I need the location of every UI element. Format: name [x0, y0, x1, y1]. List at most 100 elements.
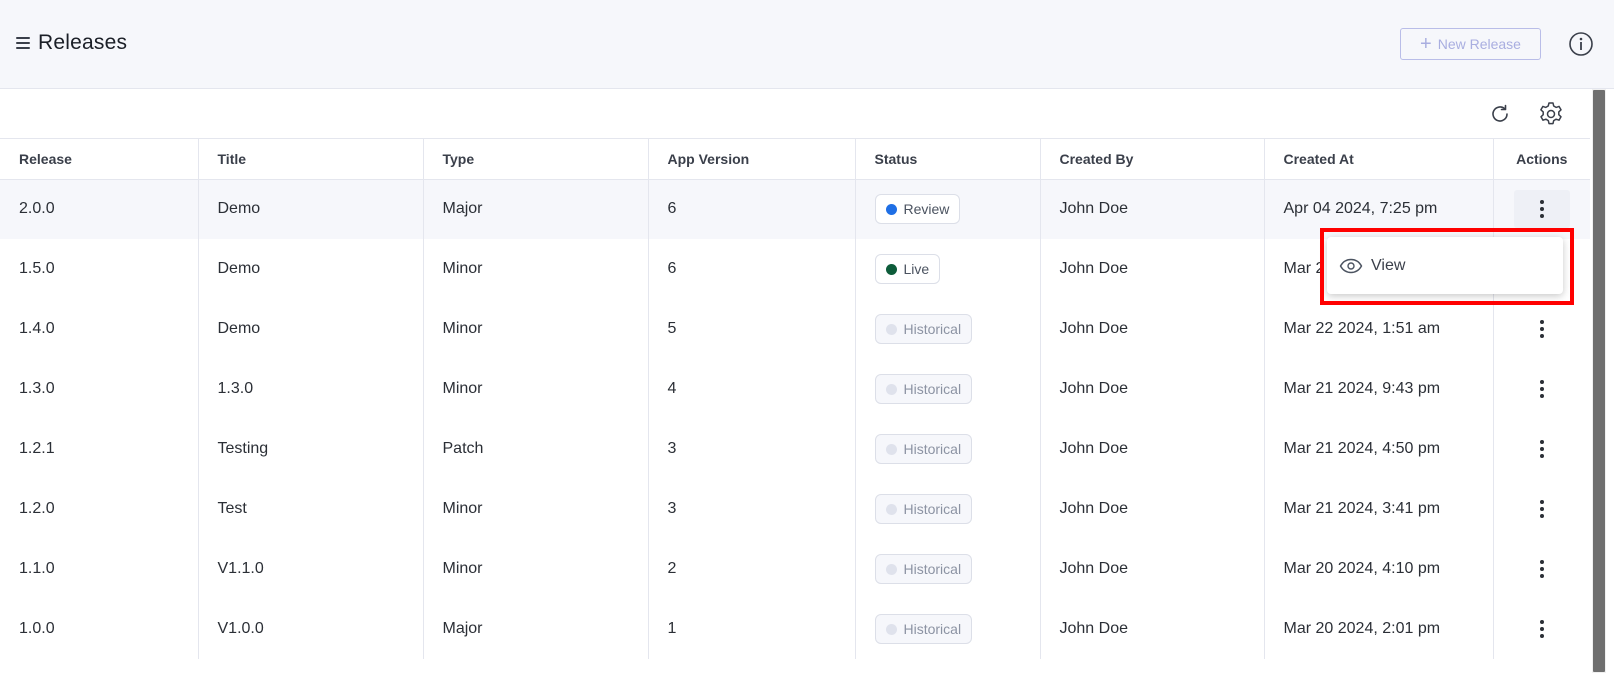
- cell-release: 1.3.0: [19, 380, 55, 397]
- row-actions-button[interactable]: [1514, 610, 1570, 648]
- table-row[interactable]: 1.2.0 Test Minor 3 Historical John Doe M…: [0, 479, 1590, 539]
- refresh-icon[interactable]: [1488, 102, 1512, 126]
- cell-release: 1.0.0: [19, 620, 55, 637]
- cell-title: Demo: [197, 239, 423, 299]
- cell-type: Major: [422, 179, 648, 239]
- cell-created-by: John Doe: [1039, 179, 1264, 239]
- column-header-type[interactable]: Type: [422, 139, 648, 180]
- status-dot-icon: [885, 323, 897, 335]
- status-badge: Historical: [874, 374, 973, 404]
- status-badge: Historical: [874, 494, 973, 524]
- cell-created-by: John Doe: [1039, 239, 1264, 299]
- cell-created-at: Mar 22 2024, 1:51 am: [1263, 299, 1493, 359]
- cell-created-at: Mar 21 2024, 9:43 pm: [1263, 359, 1493, 419]
- cell-release: 1.5.0: [19, 260, 55, 277]
- page-title: Releases: [38, 31, 128, 54]
- status-label: Historical: [903, 621, 962, 637]
- cell-title: 1.3.0: [197, 359, 423, 419]
- status-label: Live: [903, 261, 930, 277]
- row-actions-button[interactable]: [1514, 430, 1570, 468]
- status-dot-icon: [885, 503, 897, 515]
- cell-type: Patch: [422, 419, 648, 479]
- cell-type: Minor: [422, 299, 648, 359]
- cell-status: Historical: [854, 479, 1040, 539]
- column-header-title[interactable]: Title: [197, 139, 423, 180]
- status-dot-icon: [885, 203, 897, 215]
- cell-actions: [1492, 299, 1590, 359]
- kebab-menu-icon: [1539, 380, 1544, 398]
- status-badge: Historical: [874, 614, 973, 644]
- column-header-app-version[interactable]: App Version: [647, 139, 855, 180]
- cell-type: Minor: [422, 539, 648, 599]
- cell-created-by: John Doe: [1039, 539, 1264, 599]
- column-header-created-at[interactable]: Created At: [1263, 139, 1493, 180]
- row-actions-button[interactable]: [1514, 370, 1570, 408]
- kebab-menu-icon: [1539, 440, 1544, 458]
- cell-type: Minor: [422, 359, 648, 419]
- kebab-menu-icon: [1539, 500, 1544, 518]
- scrollbar-thumb[interactable]: [1593, 90, 1605, 672]
- status-label: Historical: [903, 501, 962, 517]
- status-badge: Live: [874, 254, 941, 284]
- cell-status: Historical: [854, 299, 1040, 359]
- table-row[interactable]: 1.2.1 Testing Patch 3 Historical John Do…: [0, 419, 1590, 479]
- new-release-button[interactable]: + New Release: [1400, 28, 1541, 60]
- settings-gear-icon[interactable]: [1538, 101, 1564, 127]
- cell-created-by: John Doe: [1039, 479, 1264, 539]
- cell-actions: [1492, 479, 1590, 539]
- cell-created-by: John Doe: [1039, 359, 1264, 419]
- cell-title: Testing: [197, 419, 423, 479]
- cell-app-version: 2: [647, 539, 855, 599]
- cell-title: V1.0.0: [197, 599, 423, 659]
- cell-status: Review: [854, 179, 1040, 239]
- status-badge: Historical: [874, 314, 973, 344]
- table-row[interactable]: 1.0.0 V1.0.0 Major 1 Historical John Doe…: [0, 599, 1590, 659]
- cell-title: Demo: [197, 179, 423, 239]
- column-header-status[interactable]: Status: [854, 139, 1040, 180]
- column-header-actions: Actions: [1492, 139, 1590, 180]
- row-actions-button[interactable]: [1514, 490, 1570, 528]
- cell-release: 1.1.0: [19, 560, 55, 577]
- cell-release: 1.2.1: [19, 440, 55, 457]
- status-label: Historical: [903, 561, 962, 577]
- cell-actions: [1492, 599, 1590, 659]
- cell-actions: [1492, 419, 1590, 479]
- kebab-menu-icon: [1539, 320, 1544, 338]
- page-header: Releases + New Release: [0, 0, 1614, 89]
- kebab-menu-icon: [1539, 620, 1544, 638]
- row-actions-button[interactable]: [1514, 310, 1570, 348]
- status-badge: Historical: [874, 434, 973, 464]
- status-label: Historical: [903, 321, 962, 337]
- table-row[interactable]: 1.4.0 Demo Minor 5 Historical John Doe M…: [0, 299, 1590, 359]
- table-header-row: Release Title Type App Version Status Cr…: [0, 139, 1590, 180]
- cell-created-by: John Doe: [1039, 599, 1264, 659]
- cell-status: Historical: [854, 359, 1040, 419]
- cell-app-version: 4: [647, 359, 855, 419]
- status-label: Historical: [903, 441, 962, 457]
- status-dot-icon: [885, 443, 897, 455]
- cell-created-by: John Doe: [1039, 419, 1264, 479]
- hamburger-menu-icon[interactable]: [16, 37, 30, 49]
- cell-release: 1.4.0: [19, 320, 55, 337]
- cell-created-at: Mar 20 2024, 2:01 pm: [1263, 599, 1493, 659]
- info-icon[interactable]: [1568, 31, 1594, 57]
- vertical-scrollbar[interactable]: [1592, 89, 1606, 673]
- table-row[interactable]: 1.3.0 1.3.0 Minor 4 Historical John Doe …: [0, 359, 1590, 419]
- cell-app-version: 5: [647, 299, 855, 359]
- status-label: Review: [903, 201, 950, 218]
- row-actions-button[interactable]: [1513, 190, 1570, 229]
- cell-title: V1.1.0: [197, 539, 423, 599]
- cell-actions: [1492, 359, 1590, 419]
- table-row[interactable]: 1.1.0 V1.1.0 Minor 2 Historical John Doe…: [0, 539, 1590, 599]
- cell-status: Historical: [854, 539, 1040, 599]
- highlight-annotation: [1320, 228, 1574, 305]
- cell-created-at: Mar 21 2024, 3:41 pm: [1263, 479, 1493, 539]
- cell-type: Minor: [422, 239, 648, 299]
- column-header-release[interactable]: Release: [0, 139, 198, 180]
- kebab-menu-icon: [1539, 560, 1544, 578]
- column-header-created-by[interactable]: Created By: [1039, 139, 1264, 180]
- cell-app-version: 6: [647, 239, 855, 299]
- cell-release: 1.2.0: [19, 500, 55, 517]
- row-actions-button[interactable]: [1514, 550, 1570, 588]
- cell-status: Live: [854, 239, 1040, 299]
